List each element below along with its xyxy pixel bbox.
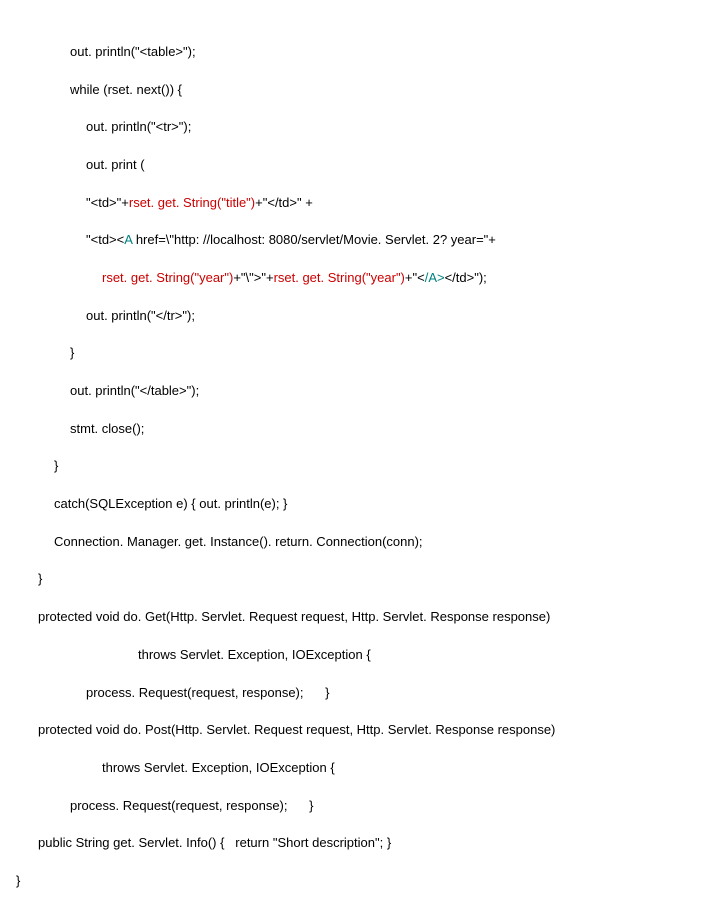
code-line: "<td>< <box>86 232 124 247</box>
code-highlight: rset. get. String("year") <box>274 270 405 285</box>
code-line: } <box>70 345 74 360</box>
code-line: out. print ( <box>86 157 145 172</box>
code-line: +"</td>" + <box>255 195 313 210</box>
code-tag: A <box>124 232 132 247</box>
code-line: protected void do. Get(Http. Servlet. Re… <box>38 609 550 624</box>
code-line: } <box>16 873 20 888</box>
code-line: stmt. close(); <box>70 421 144 436</box>
code-line: out. println("</table>"); <box>70 383 199 398</box>
code-line: out. println("</tr>"); <box>86 308 195 323</box>
code-line: Connection. Manager. get. Instance(). re… <box>54 534 423 549</box>
code-line: throws Servlet. Exception, IOException { <box>102 760 335 775</box>
code-line: process. Request(request, response); } <box>86 685 330 700</box>
code-line: </td>"); <box>445 270 487 285</box>
code-line: } <box>54 458 58 473</box>
java-servlet-code-block: out. println("<table>"); while (rset. ne… <box>38 24 698 910</box>
code-tag: /A> <box>425 270 445 285</box>
code-line: } <box>38 571 42 586</box>
code-line: public String get. Servlet. Info() { ret… <box>38 835 391 850</box>
code-highlight: rset. get. String("year") <box>102 270 233 285</box>
code-line: while (rset. next()) { <box>70 82 182 97</box>
code-line: +"< <box>405 270 425 285</box>
code-line: +"\">"+ <box>233 270 273 285</box>
code-line: protected void do. Post(Http. Servlet. R… <box>38 722 555 737</box>
code-line: process. Request(request, response); } <box>70 798 314 813</box>
code-line: catch(SQLException e) { out. println(e);… <box>54 496 287 511</box>
code-line: href=\"http: //localhost: 8080/servlet/M… <box>132 232 496 247</box>
code-line: out. println("<table>"); <box>70 44 196 59</box>
code-line: out. println("<tr>"); <box>86 119 191 134</box>
code-line: throws Servlet. Exception, IOException { <box>138 647 371 662</box>
code-highlight: rset. get. String("title") <box>129 195 255 210</box>
code-line: "<td>"+ <box>86 195 129 210</box>
